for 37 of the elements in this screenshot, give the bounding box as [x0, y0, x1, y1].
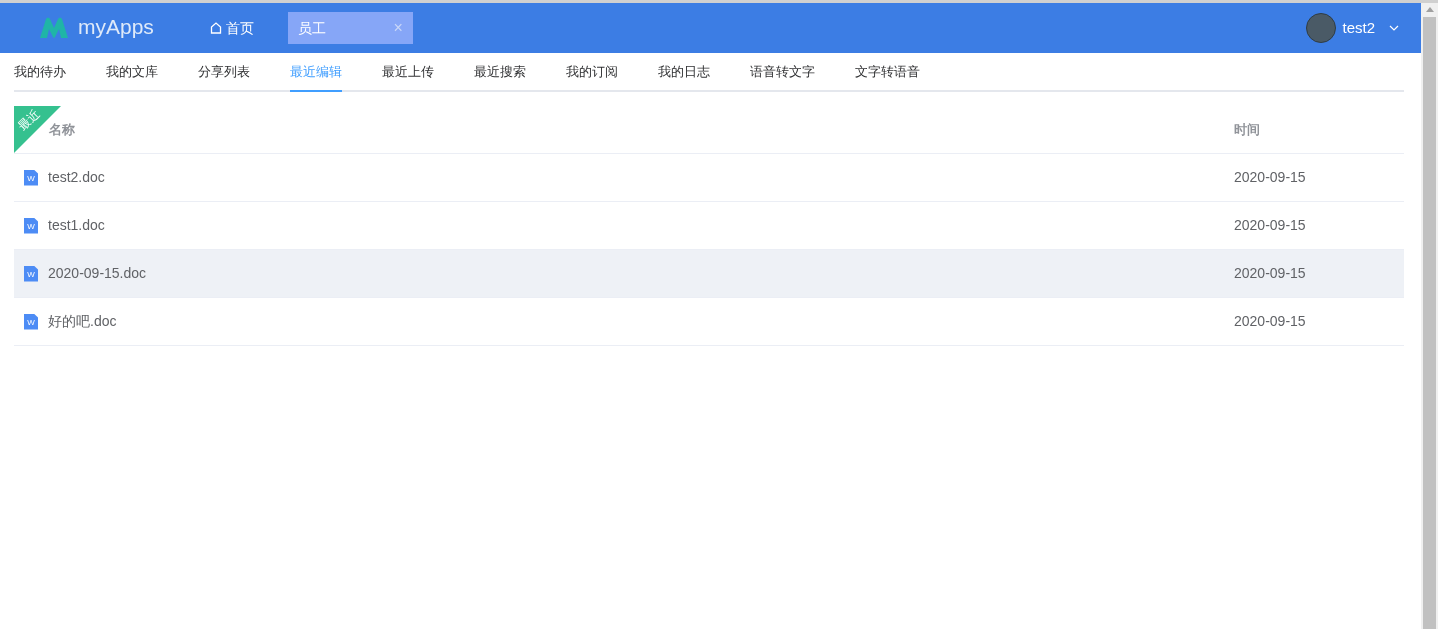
column-header: 名称: [49, 120, 76, 139]
word-file-icon: W: [24, 217, 38, 234]
avatar[interactable]: [1306, 13, 1337, 43]
scroll-up-icon[interactable]: [1425, 7, 1434, 12]
nav-tab[interactable]: 最近搜索: [474, 53, 526, 92]
file-name: 好的吧.doc: [48, 312, 118, 331]
scrollbar[interactable]: [1421, 3, 1438, 629]
nav-tab[interactable]: 文字转语音: [855, 53, 920, 92]
scrollbar-thumb[interactable]: [1423, 17, 1436, 629]
nav-tab[interactable]: 我的文库: [106, 53, 158, 92]
corner-ribbon: [14, 106, 61, 153]
nav-tab[interactable]: 我的待办: [14, 53, 66, 92]
word-file-icon: W: [24, 313, 38, 330]
file-name: 2020-09-15.doc: [48, 264, 148, 283]
ribbon-label: 最近: [16, 107, 42, 133]
logo-icon: [38, 16, 70, 40]
file-name: test1.doc: [48, 216, 106, 235]
nav-tab[interactable]: 我的日志: [658, 53, 710, 92]
nav-tab[interactable]: 最近上传: [382, 53, 434, 92]
nav-tab[interactable]: 分享列表: [198, 53, 250, 92]
word-file-icon: W: [24, 265, 38, 282]
file-name: test2.doc: [48, 168, 106, 187]
chevron-down-icon[interactable]: [1389, 25, 1399, 31]
file-time: 2020-09-15: [1234, 264, 1307, 283]
nav-tab[interactable]: 我的订阅: [566, 53, 618, 92]
file-time: 2020-09-15: [1234, 216, 1307, 235]
column-header: 时间: [1234, 120, 1261, 139]
user-name[interactable]: test2: [1342, 16, 1375, 40]
home-tab[interactable]: 首页: [201, 12, 262, 44]
file-row[interactable]: W 2020-09-15.doc 2020-09-15: [14, 250, 1404, 298]
file-time: 2020-09-15: [1234, 168, 1307, 187]
word-file-icon: W: [24, 169, 38, 186]
file-time: 2020-09-15: [1234, 312, 1307, 331]
logo-text: myApps: [78, 15, 154, 37]
nav-tab[interactable]: 语音转文字: [750, 53, 815, 92]
home-icon: [209, 22, 222, 34]
tab-label: 员工: [297, 18, 326, 38]
